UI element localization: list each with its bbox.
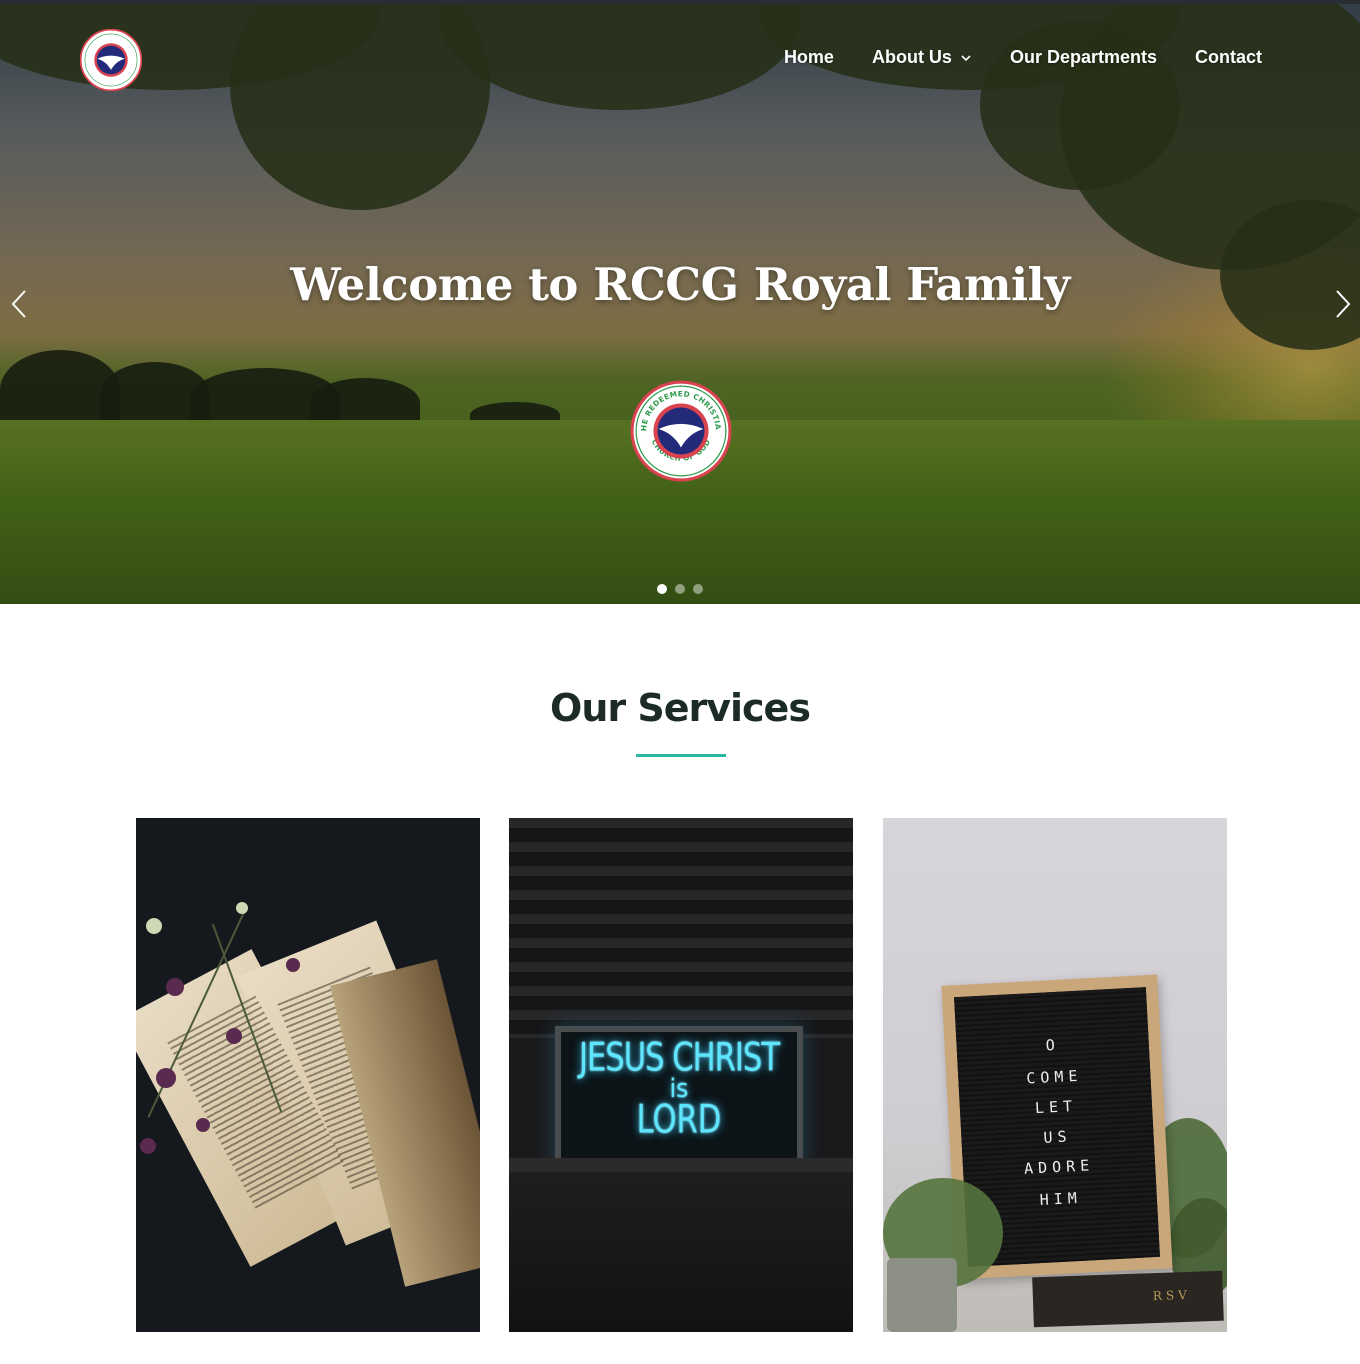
service-card-letter-board[interactable]: O COME LET US ADORE HIM RSV — [883, 818, 1227, 1332]
hero-logo: THE REDEEMED CHRISTIAN CHURCH OF GOD — [627, 373, 732, 482]
roof-texture — [509, 818, 853, 1038]
board-line-5: ADORE — [1023, 1156, 1095, 1178]
hero-title: Welcome to RCCG Royal Family — [290, 258, 1070, 311]
nav-contact[interactable]: Contact — [1195, 47, 1262, 68]
shelf — [509, 1158, 853, 1172]
board-line-3: LET — [1034, 1096, 1078, 1118]
nav-our-departments[interactable]: Our Departments — [1010, 47, 1157, 68]
neon-sign: JESUS CHRIST is LORD — [555, 1026, 803, 1168]
chevron-down-icon — [961, 54, 971, 61]
nav-about-us[interactable]: About Us — [872, 47, 972, 68]
slider-next-arrow[interactable] — [1328, 286, 1358, 322]
nav-home-label: Home — [783, 47, 834, 67]
nav-our-departments-label: Our Departments — [1009, 47, 1157, 67]
slider-prev-arrow[interactable] — [4, 286, 34, 322]
service-card-bible[interactable] — [136, 818, 480, 1332]
wall — [509, 1172, 853, 1332]
slider-dots — [0, 584, 1360, 594]
board-line-1: O — [1045, 1035, 1061, 1055]
sign-line-3: LORD — [636, 1097, 722, 1143]
plant-pot — [887, 1258, 957, 1332]
board-line-2: COME — [1025, 1066, 1083, 1088]
chevron-left-icon — [11, 290, 26, 318]
services-title: Our Services — [550, 686, 811, 730]
main-nav: Home About Us Our Departments Contact — [784, 47, 1262, 68]
slider-dot-2[interactable] — [675, 584, 685, 594]
top-border — [0, 0, 1360, 4]
chevron-right-icon — [1336, 290, 1351, 318]
nav-home[interactable]: Home — [784, 47, 834, 68]
bible-label: RSV — [1152, 1287, 1192, 1304]
slider-dot-1[interactable] — [657, 584, 667, 594]
service-card-neon-sign[interactable]: JESUS CHRIST is LORD — [509, 818, 853, 1332]
site-logo[interactable] — [79, 28, 143, 92]
nav-contact-label: Contact — [1195, 47, 1262, 67]
bible-image — [136, 818, 480, 1332]
slider-dot-3[interactable] — [693, 584, 703, 594]
board-line-4: US — [1043, 1127, 1073, 1147]
bible-book: RSV — [1032, 1270, 1224, 1328]
nav-about-us-label: About Us — [871, 47, 952, 67]
title-underline — [636, 754, 726, 757]
